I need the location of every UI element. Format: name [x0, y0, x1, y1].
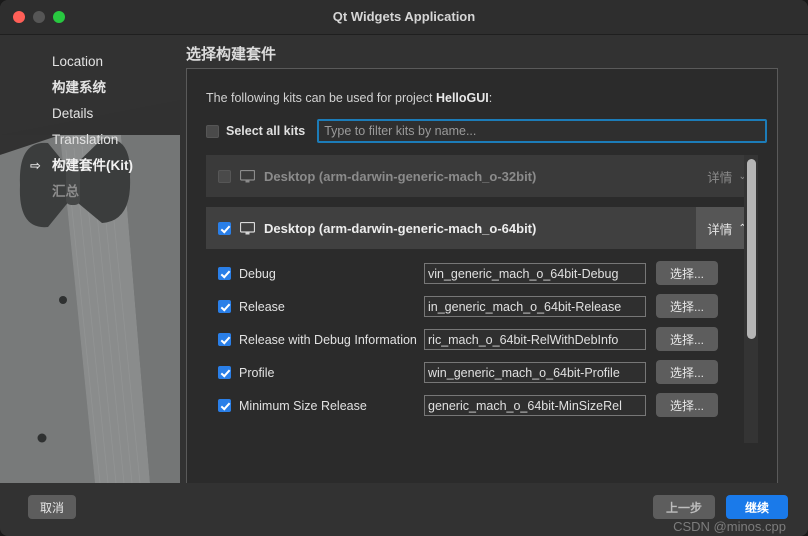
desktop-monitor-icon [240, 221, 255, 234]
kit-row-64bit[interactable]: Desktop (arm-darwin-generic-mach_o-64bit… [206, 207, 758, 249]
kit-row-32bit: Desktop (arm-darwin-generic-mach_o-32bit… [206, 155, 758, 197]
sidebar-item-translation[interactable]: Translation [0, 127, 180, 153]
sidebar-item-location[interactable]: Location [0, 49, 180, 75]
config-row-relwithdebinfo: Release with Debug Information 选择... [206, 323, 758, 356]
config-label: Minimum Size Release [239, 398, 367, 413]
config-path-input[interactable] [424, 362, 646, 383]
sidebar-item-label: 构建套件(Kit) [52, 158, 133, 173]
page-title: 选择构建套件 [186, 46, 277, 63]
kit-filter-input[interactable] [317, 119, 768, 143]
kit-list-scrollbar[interactable] [744, 155, 758, 443]
current-step-arrow-icon: ⇨ [30, 158, 41, 173]
sidebar-item-build-system[interactable]: 构建系统 [0, 75, 180, 101]
build-configurations-list: Debug 选择... Release 选择... Rele [206, 249, 758, 422]
title-bar: Qt Widgets Application [0, 0, 808, 35]
config-row-release: Release 选择... [206, 290, 758, 323]
config-label: Release [239, 299, 285, 314]
config-browse-button[interactable]: 选择... [656, 393, 718, 417]
config-label: Debug [239, 266, 276, 281]
kits-panel: The following kits can be used for proje… [186, 68, 778, 486]
kit-checkbox[interactable] [218, 221, 231, 235]
filter-row: Select all kits [206, 119, 768, 143]
kit-checkbox [218, 169, 231, 183]
sidebar-item-label: 汇总 [52, 184, 79, 199]
sidebar-item-summary: 汇总 [0, 179, 180, 205]
config-browse-button[interactable]: 选择... [656, 327, 718, 351]
project-name: HelloGUI [435, 91, 489, 105]
window-title: Qt Widgets Application [332, 9, 476, 24]
config-checkbox[interactable] [218, 300, 231, 313]
config-label: Profile [239, 365, 275, 380]
scrollbar-thumb[interactable] [747, 159, 756, 339]
details-label: 详情 [707, 222, 733, 237]
config-checkbox[interactable] [218, 333, 231, 346]
config-checkbox[interactable] [218, 366, 231, 379]
desktop-monitor-icon [240, 169, 255, 182]
sidebar-item-label: Translation [52, 132, 119, 147]
description-prefix: The following kits can be used for proje… [206, 91, 436, 105]
config-label: Release with Debug Information [239, 332, 417, 347]
sidebar-item-kits[interactable]: ⇨ 构建套件(Kit) [0, 153, 180, 179]
sidebar-item-label: Location [52, 54, 104, 69]
config-browse-button[interactable]: 选择... [656, 360, 718, 384]
back-button[interactable]: 上一步 [653, 495, 715, 519]
kit-name: Desktop (arm-darwin-generic-mach_o-32bit… [264, 168, 537, 184]
next-button[interactable]: 继续 [726, 495, 788, 519]
sidebar-item-label: Details [52, 106, 94, 121]
sidebar-item-details[interactable]: Details [0, 101, 180, 127]
config-row-debug: Debug 选择... [206, 257, 758, 290]
config-browse-button[interactable]: 选择... [656, 294, 718, 318]
dialog-body: Location 构建系统 Details Translation ⇨ 构建套件… [0, 35, 808, 486]
select-all-kits-label: Select all kits [226, 124, 306, 138]
config-checkbox[interactable] [218, 267, 231, 280]
wizard-content: 选择构建套件 The following kits can be used fo… [180, 35, 808, 486]
description-suffix: : [488, 91, 493, 105]
select-all-kits-checkbox[interactable] [206, 124, 219, 138]
config-path-input[interactable] [424, 329, 646, 350]
config-checkbox[interactable] [218, 399, 231, 412]
kit-spacer [206, 197, 758, 207]
qt-wizard-window: Qt Widgets Application Location 构建系统 Det… [0, 0, 808, 536]
config-path-input[interactable] [424, 395, 646, 416]
config-row-profile: Profile 选择... [206, 356, 758, 389]
config-row-minsizerel: Minimum Size Release 选择... [206, 389, 758, 422]
config-path-input[interactable] [424, 296, 646, 317]
sidebar-item-label: 构建系统 [52, 80, 106, 95]
kit-name: Desktop (arm-darwin-generic-mach_o-64bit… [264, 220, 537, 236]
dialog-footer: 取消 上一步 继续 CSDN @minos.cpp [0, 483, 808, 536]
wizard-sidebar: Location 构建系统 Details Translation ⇨ 构建套件… [0, 35, 180, 483]
panel-description: The following kits can be used for proje… [206, 91, 492, 105]
wizard-steps-nav: Location 构建系统 Details Translation ⇨ 构建套件… [0, 49, 180, 205]
kit-list[interactable]: Desktop (arm-darwin-generic-mach_o-32bit… [206, 155, 758, 443]
cancel-button[interactable]: 取消 [28, 495, 76, 519]
watermark-text: CSDN @minos.cpp [673, 519, 786, 534]
config-path-input[interactable] [424, 263, 646, 284]
details-label: 详情 [707, 170, 733, 185]
config-browse-button[interactable]: 选择... [656, 261, 718, 285]
